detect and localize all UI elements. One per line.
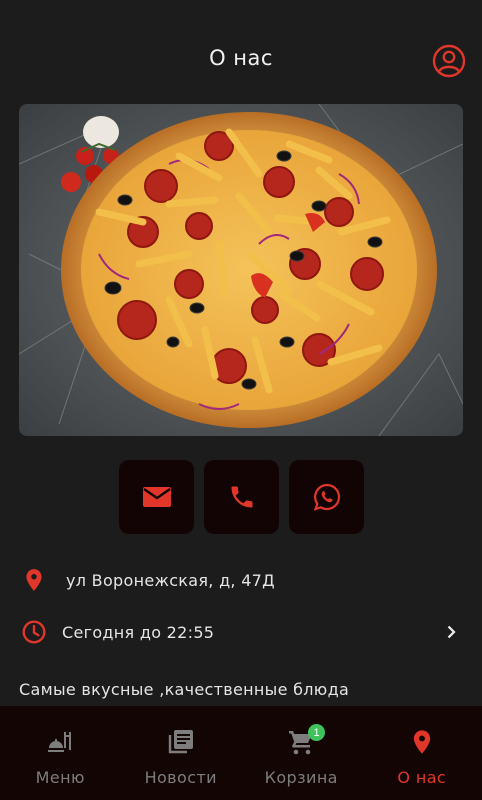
phone-icon bbox=[231, 486, 252, 508]
chevron-right-icon bbox=[447, 625, 456, 639]
nav-label-menu: Меню bbox=[35, 768, 85, 787]
nav-item-about[interactable]: О нас bbox=[362, 706, 482, 800]
nav-item-menu[interactable]: Меню bbox=[0, 706, 121, 800]
hours-text: Сегодня до 22:55 bbox=[62, 622, 215, 642]
phone-button[interactable] bbox=[204, 460, 279, 534]
app-header: О нас bbox=[0, 0, 482, 104]
pizza-photo bbox=[19, 104, 463, 436]
hours-row[interactable]: Сегодня до 22:55 bbox=[0, 619, 482, 645]
location-pin-icon bbox=[413, 730, 430, 754]
news-icon bbox=[168, 730, 193, 754]
hero-image bbox=[19, 104, 463, 436]
location-pin-icon bbox=[26, 569, 42, 591]
about-description: Самые вкусные ,качественные блюда bbox=[19, 680, 350, 699]
nav-item-news[interactable]: Новости bbox=[121, 706, 242, 800]
nav-label-about: О нас bbox=[397, 768, 447, 787]
address-text: ул Воронежская, д, 47Д bbox=[66, 570, 275, 590]
nav-label-news: Новости bbox=[144, 768, 217, 787]
clock-icon bbox=[22, 620, 46, 644]
address-row: ул Воронежская, д, 47Д bbox=[0, 567, 482, 593]
nav-item-cart[interactable]: 1 Корзина bbox=[241, 706, 362, 800]
whatsapp-button[interactable] bbox=[289, 460, 364, 534]
contact-actions bbox=[119, 460, 364, 534]
food-icon bbox=[48, 732, 72, 752]
whatsapp-icon bbox=[313, 483, 340, 511]
page-title: О нас bbox=[209, 46, 273, 70]
nav-label-cart: Корзина bbox=[264, 768, 338, 787]
email-icon bbox=[142, 487, 171, 507]
profile-button[interactable] bbox=[432, 44, 466, 78]
account-circle-icon bbox=[432, 44, 466, 78]
bottom-navigation: Меню Новости 1 Корзина О нас bbox=[0, 706, 482, 800]
cart-count-badge: 1 bbox=[308, 724, 325, 741]
email-button[interactable] bbox=[119, 460, 194, 534]
